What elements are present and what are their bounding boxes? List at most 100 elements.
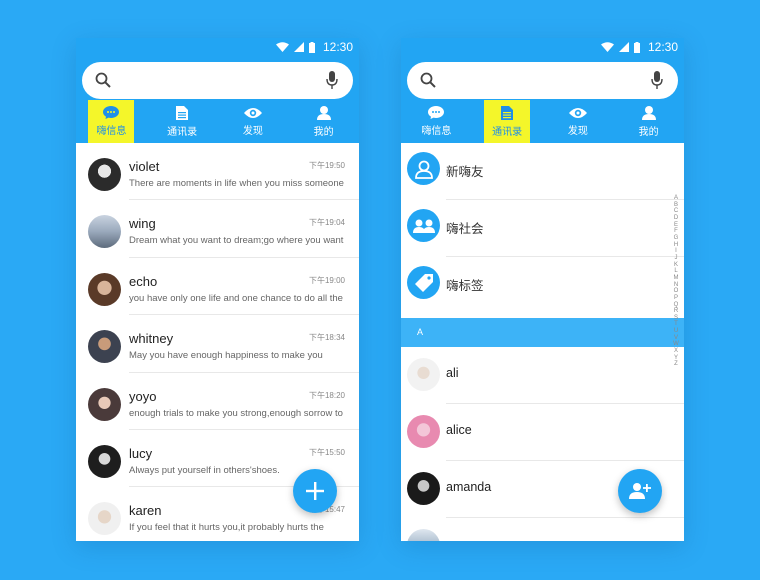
avatar <box>407 358 440 391</box>
tab-contacts[interactable]: 通讯录 <box>159 100 205 143</box>
status-bar: 12:30 <box>401 38 684 56</box>
tag-icon <box>414 273 433 292</box>
alphabet-letter[interactable]: Y <box>672 355 680 362</box>
message-item[interactable]: violet 下午19:50 There are moments in life… <box>76 143 359 201</box>
message-item[interactable]: yoyo 下午18:20 enough trials to make you s… <box>76 373 359 430</box>
new-message-button[interactable] <box>293 469 337 513</box>
alphabet-letter[interactable]: T <box>672 321 680 328</box>
wifi-icon <box>275 42 289 52</box>
avatar <box>407 415 440 448</box>
alphabet-letter[interactable]: G <box>672 235 680 242</box>
tab-messages[interactable]: 嗨信息 <box>88 100 135 143</box>
message-preview: If you feel that it hurts you,it probabl… <box>129 522 324 534</box>
tab-discover[interactable]: 发现 <box>555 100 601 143</box>
avatar <box>407 152 440 185</box>
avatar <box>88 330 121 364</box>
contact-name: violet <box>129 159 160 174</box>
alphabet-letter[interactable]: N <box>672 282 680 289</box>
eye-icon <box>243 107 262 118</box>
contact-name: amanda <box>446 480 492 494</box>
alphabet-letter[interactable]: B <box>672 202 680 209</box>
avatar <box>407 472 440 505</box>
alphabet-letter[interactable]: E <box>672 222 680 229</box>
group-society[interactable]: 嗨社会 <box>401 200 684 257</box>
contact-item[interactable]: ali <box>401 347 684 404</box>
alphabet-letter[interactable]: P <box>672 295 680 302</box>
tab-me[interactable]: 我的 <box>626 100 672 143</box>
document-icon <box>501 105 514 120</box>
group-tags[interactable]: 嗨标签 <box>401 257 684 314</box>
alphabet-letter[interactable]: V <box>672 335 680 342</box>
alphabet-letter[interactable]: I <box>672 248 680 255</box>
message-preview: you have only one life and one chance to… <box>129 292 343 304</box>
alphabet-letter[interactable]: A <box>672 195 680 202</box>
message-time: 下午15:50 <box>308 447 345 457</box>
alphabet-letter[interactable]: D <box>672 215 680 222</box>
tab-contacts[interactable]: 通讯录 <box>484 100 531 143</box>
chat-bubble-icon <box>103 106 120 119</box>
tab-label: 我的 <box>313 126 334 138</box>
alphabet-letter[interactable]: U <box>672 328 680 335</box>
microphone-icon[interactable] <box>651 71 663 89</box>
messages-screen: 12:30 嗨信息 通讯录 发现 我的 violet 下午19:50 There… <box>76 38 359 541</box>
alphabet-letter[interactable]: W <box>672 341 680 348</box>
message-item[interactable]: echo 下午19:00 you have only one life and … <box>76 258 359 316</box>
tab-label: 嗨信息 <box>96 126 127 137</box>
search-icon[interactable] <box>420 72 436 88</box>
avatar <box>88 502 121 536</box>
message-preview: May you have enough happiness to make yo… <box>129 350 323 362</box>
alphabet-letter[interactable]: J <box>672 255 680 262</box>
battery-icon <box>308 41 315 53</box>
alphabet-letter[interactable]: S <box>672 315 680 322</box>
message-time: 下午19:50 <box>308 161 345 170</box>
contact-item[interactable]: amy <box>401 518 684 541</box>
contact-name: amy <box>446 537 470 541</box>
contact-item[interactable]: alice <box>401 404 684 461</box>
alphabet-letter[interactable]: K <box>672 262 680 269</box>
search-icon[interactable] <box>95 72 111 88</box>
message-time: 下午18:20 <box>308 390 345 400</box>
search-bar[interactable] <box>407 62 678 99</box>
alphabet-index[interactable]: A B C D E F G H I J K L M N O P Q R S T … <box>672 195 680 368</box>
alphabet-letter[interactable]: M <box>672 275 680 282</box>
plus-icon <box>306 482 324 500</box>
eye-icon <box>568 107 587 118</box>
add-contact-button[interactable] <box>618 469 662 513</box>
alphabet-letter[interactable]: R <box>672 308 680 315</box>
avatar <box>88 158 121 191</box>
message-item[interactable]: whitney 下午18:34 May you have enough happ… <box>76 315 359 373</box>
group-new-friends[interactable]: 新嗨友 <box>401 143 684 200</box>
alphabet-letter[interactable]: H <box>672 242 680 249</box>
alphabet-letter[interactable]: O <box>672 288 680 295</box>
contact-name: ali <box>446 366 459 380</box>
message-preview: Dream what you want to dream;go where yo… <box>129 235 344 247</box>
add-contact-icon <box>629 483 651 499</box>
message-time: 下午19:00 <box>308 275 345 285</box>
tab-bar: 嗨信息 通讯录 发现 我的 <box>401 100 684 143</box>
avatar <box>88 444 121 478</box>
tab-me[interactable]: 我的 <box>301 100 347 143</box>
document-icon <box>176 105 189 120</box>
microphone-icon[interactable] <box>326 71 338 89</box>
message-item[interactable]: wing 下午19:04 Dream what you want to drea… <box>76 200 359 258</box>
tab-discover[interactable]: 发现 <box>230 100 276 143</box>
contact-name: alice <box>446 423 472 437</box>
tab-messages[interactable]: 嗨信息 <box>413 100 459 143</box>
alphabet-letter[interactable]: F <box>672 228 680 235</box>
alphabet-letter[interactable]: C <box>672 208 680 215</box>
group-label: 新嗨友 <box>446 165 484 179</box>
group-label: 嗨标签 <box>446 279 484 293</box>
tab-bar: 嗨信息 通讯录 发现 我的 <box>76 100 359 143</box>
new-friend-icon <box>414 160 433 179</box>
chat-bubble-icon <box>428 106 445 119</box>
alphabet-letter[interactable]: L <box>672 268 680 275</box>
avatar <box>407 209 440 242</box>
alphabet-letter[interactable]: X <box>672 348 680 355</box>
tab-label: 我的 <box>638 126 659 138</box>
tab-label: 发现 <box>242 125 263 137</box>
search-bar[interactable] <box>82 62 353 99</box>
contact-name: whitney <box>129 331 174 347</box>
contact-name: lucy <box>129 445 153 461</box>
alphabet-letter[interactable]: Q <box>672 302 680 309</box>
alphabet-letter[interactable]: Z <box>672 361 680 368</box>
